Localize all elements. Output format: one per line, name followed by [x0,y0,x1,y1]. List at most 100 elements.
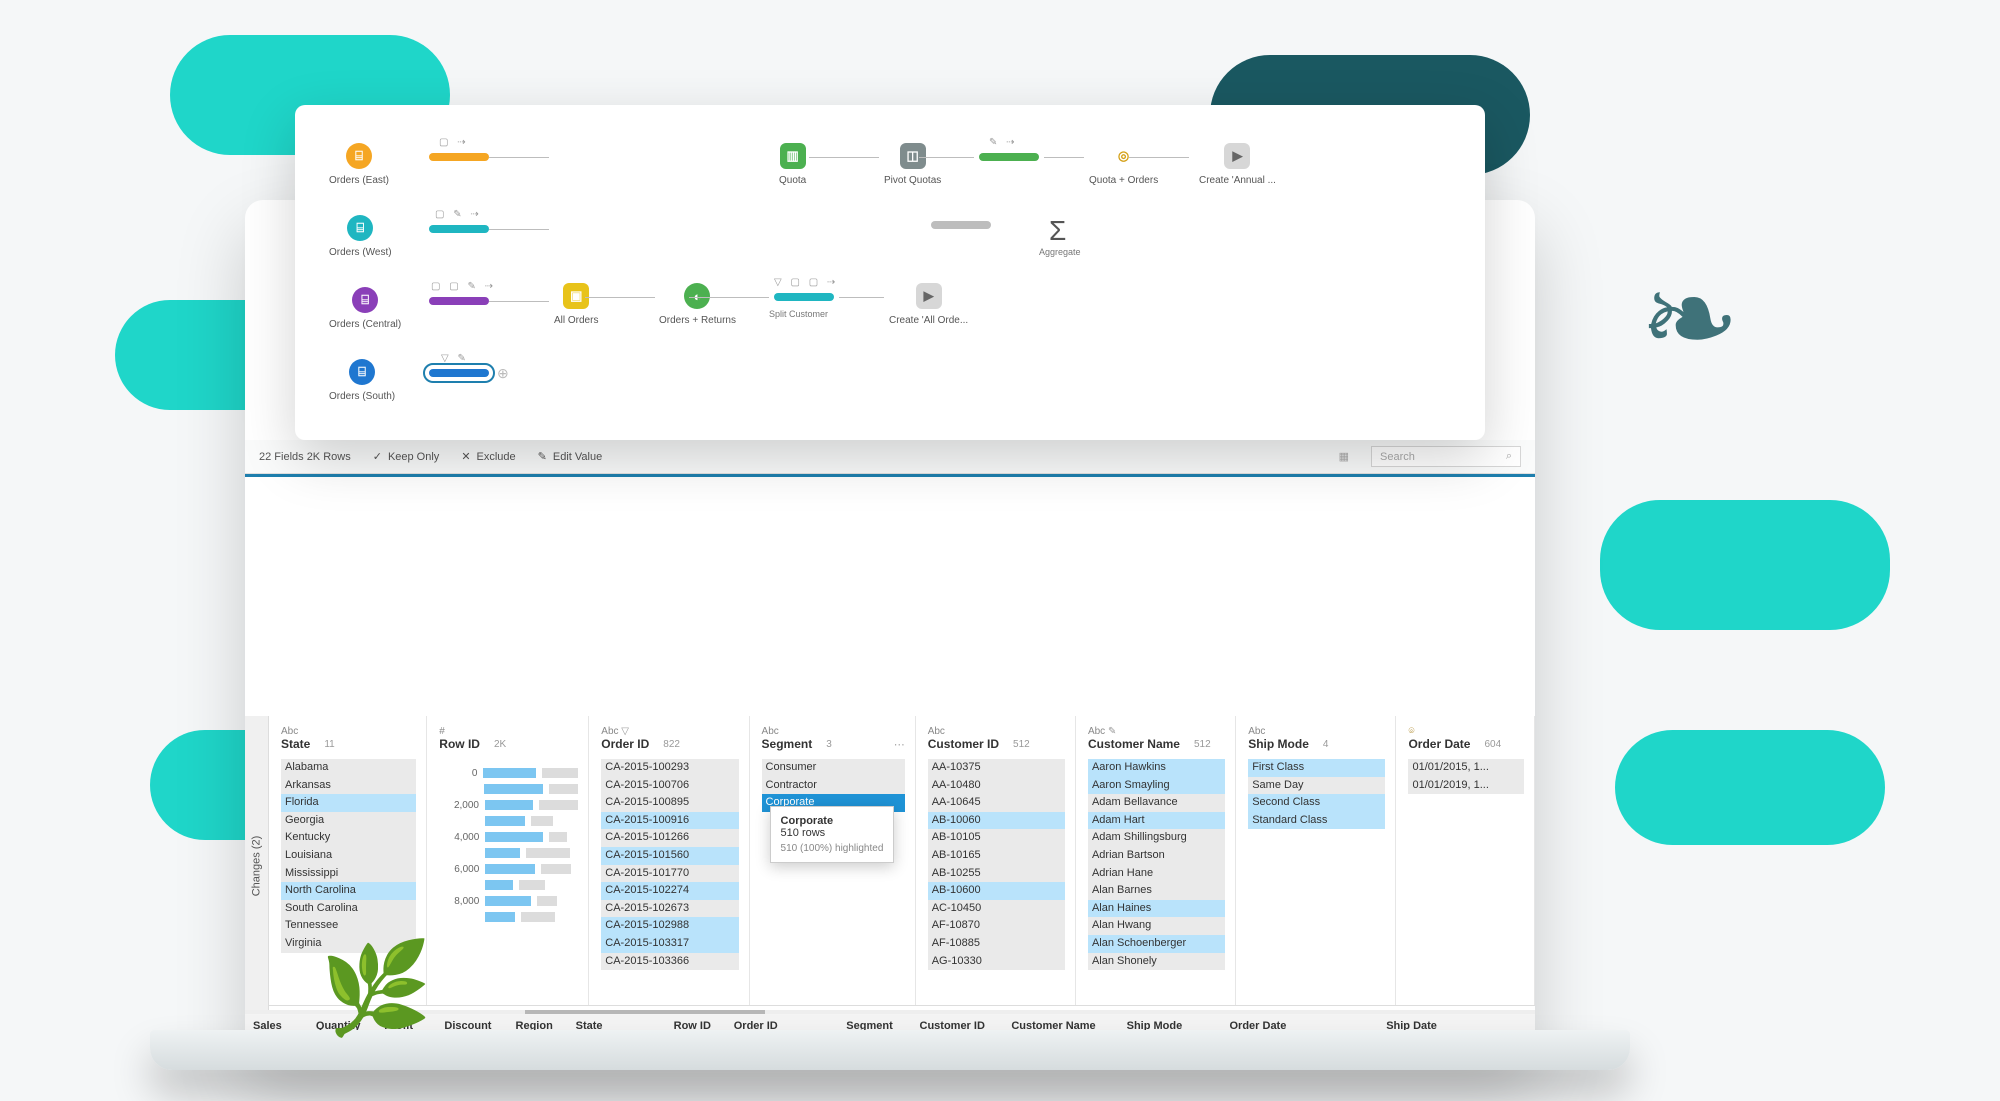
horizontal-scrollbar[interactable] [245,1010,1535,1014]
profile-value[interactable]: South Carolina [281,900,416,918]
profile-value[interactable]: Tennessee [281,917,416,935]
profile-value[interactable]: CA-2015-101770 [601,865,738,883]
profile-value[interactable]: Florida [281,794,416,812]
node-create-all-orders[interactable]: ▶Create 'All Orde... [889,283,968,326]
col-count: 512 [1013,739,1030,750]
type-label: Abc [281,726,416,737]
profile-value[interactable]: AA-10480 [928,777,1065,795]
profile-value[interactable]: AB-10165 [928,847,1065,865]
profile-segment[interactable]: Abc Segment3⋯ ConsumerContractorCorporat… [750,716,916,1005]
clean-step-selected[interactable] [429,369,489,377]
profile-value[interactable]: Adam Shillingsburg [1088,829,1225,847]
profile-value[interactable]: First Class [1248,759,1385,777]
profile-orderid[interactable]: Abc ▽ Order ID822 CA-2015-100293CA-2015-… [589,716,749,1005]
profile-value[interactable]: Alabama [281,759,416,777]
node-orders-west[interactable]: ⌸Orders (West) [329,215,392,258]
profile-value[interactable]: CA-2015-103366 [601,953,738,971]
profile-value[interactable]: AA-10645 [928,794,1065,812]
clean-step[interactable] [429,297,489,305]
node-orders-south[interactable]: ⌸Orders (South) [329,359,395,402]
keep-only-button[interactable]: ✓ Keep Only [373,450,440,463]
profile-value[interactable]: AG-10330 [928,953,1065,971]
flow-canvas[interactable]: ⌸Orders (East) ⌸Orders (West) ⌸Orders (C… [295,105,1485,440]
profile-value[interactable]: CA-2015-101266 [601,829,738,847]
node-label: Orders (East) [329,175,389,186]
profile-value[interactable]: Alan Shonely [1088,953,1225,971]
profile-orderdate[interactable]: ⌾ Order Date604 01/01/2015, 1...01/01/20… [1396,716,1535,1005]
node-pivot-quotas[interactable]: ◫Pivot Quotas [884,143,941,186]
node-quota-orders[interactable]: ◎Quota + Orders [1089,143,1158,186]
profile-value[interactable]: AF-10885 [928,935,1065,953]
profile-value[interactable]: 01/01/2015, 1... [1408,759,1524,777]
profile-value[interactable]: Arkansas [281,777,416,795]
profile-value[interactable]: Alan Barnes [1088,882,1225,900]
type-label: # [439,726,578,737]
profile-value[interactable]: Consumer [762,759,905,777]
profile-value[interactable]: CA-2015-100293 [601,759,738,777]
profile-value[interactable]: Adrian Bartson [1088,847,1225,865]
changes-side-tab[interactable]: Changes (2) [245,716,269,1016]
profile-value[interactable]: North Carolina [281,882,416,900]
tooltip-rows: 510 rows [781,827,884,839]
profile-value[interactable]: Same Day [1248,777,1385,795]
profile-customername[interactable]: Abc ✎ Customer Name512 Aaron HawkinsAaro… [1076,716,1236,1005]
profile-value[interactable]: 01/01/2019, 1... [1408,777,1524,795]
profile-value[interactable]: AB-10255 [928,865,1065,883]
profile-value[interactable]: CA-2015-100706 [601,777,738,795]
node-all-orders[interactable]: ▣All Orders [554,283,598,326]
clean-step[interactable] [429,225,489,233]
profile-value[interactable]: AB-10600 [928,882,1065,900]
profile-value[interactable]: CA-2015-100895 [601,794,738,812]
profile-value[interactable]: CA-2015-102673 [601,900,738,918]
profile-value[interactable]: Alan Hwang [1088,917,1225,935]
type-label: Abc [601,726,618,737]
profile-value[interactable]: AC-10450 [928,900,1065,918]
profile-value[interactable]: Second Class [1248,794,1385,812]
profile-value[interactable]: Contractor [762,777,905,795]
database-icon: ▥ [780,143,806,169]
profile-value[interactable]: Adrian Hane [1088,865,1225,883]
clean-step[interactable] [429,153,489,161]
profile-value[interactable]: Mississippi [281,865,416,883]
search-input[interactable]: Search ⌕ [1371,446,1521,467]
profile-value[interactable]: CA-2015-101560 [601,847,738,865]
profile-customerid[interactable]: Abc Customer ID512 AA-10375AA-10480AA-10… [916,716,1076,1005]
profile-value[interactable]: Alan Schoenberger [1088,935,1225,953]
profile-value[interactable]: Adam Hart [1088,812,1225,830]
more-icon[interactable]: ⋯ [894,738,905,751]
node-orders-east[interactable]: ⌸Orders (East) [329,143,389,186]
profile-value[interactable]: Aaron Smayling [1088,777,1225,795]
profile-shipmode[interactable]: Abc Ship Mode4 First ClassSame DaySecond… [1236,716,1396,1005]
node-orders-returns[interactable]: ◐Orders + Returns [659,283,736,326]
profile-value[interactable]: CA-2015-103317 [601,935,738,953]
profile-value[interactable]: AF-10870 [928,917,1065,935]
profile-value[interactable]: Louisiana [281,847,416,865]
grid-view-icon[interactable]: ▦ [1339,450,1349,463]
profile-value[interactable]: AB-10105 [928,829,1065,847]
node-quota[interactable]: ▥Quota [779,143,806,186]
profile-value[interactable]: Aaron Hawkins [1088,759,1225,777]
node-orders-central[interactable]: ⌸Orders (Central) [329,287,401,330]
profile-value[interactable]: Kentucky [281,829,416,847]
node-label: Orders (Central) [329,319,401,330]
node-create-annual[interactable]: ▶Create 'Annual ... [1199,143,1276,186]
profile-value[interactable]: Adam Bellavance [1088,794,1225,812]
profile-value[interactable]: Standard Class [1248,812,1385,830]
add-step-icon[interactable]: ⊕ [497,365,509,382]
profile-value[interactable]: AB-10060 [928,812,1065,830]
profile-value[interactable]: CA-2015-100916 [601,812,738,830]
col-name: Segment [762,737,813,751]
profile-value[interactable]: CA-2015-102274 [601,882,738,900]
clean-step[interactable] [931,221,991,229]
profile-value[interactable]: Alan Haines [1088,900,1225,918]
exclude-button[interactable]: ✕ Exclude [461,450,515,463]
profile-value[interactable]: Georgia [281,812,416,830]
profile-value[interactable]: AA-10375 [928,759,1065,777]
clean-step[interactable] [979,153,1039,161]
edit-value-button[interactable]: ✎ Edit Value [538,450,603,463]
profile-rowid[interactable]: # Row ID2K 02,0004,0006,0008,000 [427,716,589,1005]
clean-step[interactable] [774,293,834,301]
type-label: Abc [1088,726,1105,737]
union-icon: ▣ [563,283,589,309]
profile-value[interactable]: CA-2015-102988 [601,917,738,935]
